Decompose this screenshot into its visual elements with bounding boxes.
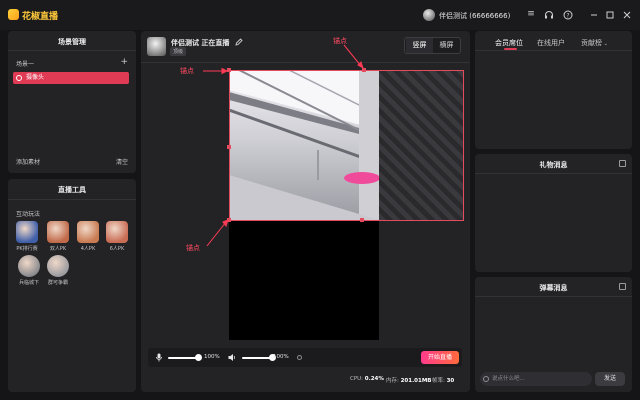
scene-item-label: 摄像头 [26, 74, 45, 81]
cpu-stat: CPU: 0.24% [350, 376, 384, 382]
scene-panel: 场景管理 场景一 + 添加素材 清空 [8, 31, 136, 173]
memory-stat: 内存: 201.01MB [386, 378, 432, 384]
tool-thumbnail [16, 221, 38, 243]
scene-item-camera[interactable]: 摄像头 [13, 72, 129, 84]
tools-panel-title: 直播工具 [58, 186, 86, 194]
speaker-volume-slider[interactable] [242, 357, 272, 359]
divider [475, 173, 632, 174]
menu-icon[interactable]: ≡ [525, 8, 537, 21]
tool-label: 兵临城下 [18, 280, 39, 286]
minimize-icon[interactable] [588, 8, 600, 21]
speaker-volume-value: 100% [273, 354, 289, 360]
active-tab-indicator [504, 48, 517, 50]
scene-panel-title: 场景管理 [58, 38, 86, 46]
tool-thumbnail [18, 255, 40, 277]
help-icon[interactable]: ? [562, 8, 574, 21]
divider [475, 296, 632, 297]
scene-group-label: 场景一 [16, 61, 35, 68]
anchor-handle[interactable] [227, 145, 231, 149]
tool-item[interactable]: 兵临城下 [18, 255, 40, 286]
microphone-icon[interactable] [156, 353, 162, 362]
gift-panel-title: 礼物消息 [539, 161, 568, 169]
tool-thumbnail [47, 221, 69, 243]
chevron-down-icon: ⌄ [602, 41, 608, 47]
anchor-annotation: 锚点 [180, 67, 194, 75]
tab-contribution[interactable]: 贡献榜 ⌄ [581, 38, 608, 48]
settings-dot-icon[interactable] [297, 355, 302, 360]
tool-item[interactable]: 群可争霸 [47, 255, 69, 286]
tools-section-label: 互动玩法 [16, 211, 41, 218]
tool-thumbnail [77, 221, 99, 243]
divider [475, 50, 632, 51]
mic-volume-knob[interactable] [195, 354, 202, 361]
tab-member-seats[interactable]: 会员席位 [495, 38, 523, 48]
danmaku-panel-title: 弹幕消息 [539, 284, 568, 292]
tool-label: 6人PK [109, 246, 125, 252]
emoji-icon[interactable] [483, 376, 489, 382]
user-name[interactable]: 伴侣测试 (66666666) [439, 11, 510, 21]
chat-input[interactable]: 说点什么吧... [480, 372, 592, 386]
landscape-tab[interactable]: 横屏 [433, 38, 460, 53]
divider [8, 199, 136, 200]
add-scene-button[interactable]: + [120, 57, 128, 67]
clear-button[interactable]: 清空 [116, 157, 128, 166]
tab-online-users[interactable]: 在线用户 [537, 38, 565, 48]
divider [141, 62, 470, 63]
svg-text:?: ? [566, 12, 569, 19]
scene-group-row[interactable]: 场景一 + [16, 57, 128, 68]
maximize-icon[interactable] [604, 8, 616, 21]
start-live-button[interactable]: 开始直播 [421, 351, 459, 364]
level-badge: 顶级 [170, 47, 187, 56]
send-button[interactable]: 发送 [595, 372, 625, 386]
popout-icon[interactable] [619, 283, 626, 290]
user-avatar[interactable] [423, 9, 435, 21]
fps-stat: 帧率: 30 [432, 378, 455, 384]
tool-thumbnail [106, 221, 128, 243]
edit-icon[interactable] [235, 38, 243, 46]
anchor-handle[interactable] [360, 218, 364, 222]
members-panel [475, 31, 632, 149]
app-logo-icon [8, 9, 19, 20]
tool-item[interactable]: 4人PK [77, 221, 99, 252]
anchor-annotation: 锚点 [333, 37, 347, 45]
mic-volume-value: 100% [204, 354, 220, 360]
divider [8, 50, 136, 51]
mic-volume-slider[interactable] [168, 357, 198, 359]
tool-label: 群可争霸 [47, 280, 68, 286]
portrait-tab[interactable]: 竖屏 [406, 38, 433, 53]
anchor-handle[interactable] [227, 218, 231, 222]
tool-label: 4人PK [80, 246, 96, 252]
layout-toggle: 竖屏 横屏 [404, 37, 461, 54]
gift-panel: 礼物消息 [475, 154, 632, 272]
close-icon[interactable] [621, 8, 633, 21]
anchor-annotation: 锚点 [186, 244, 200, 252]
tool-thumbnail [47, 255, 69, 277]
tool-item[interactable]: 6人PK [106, 221, 128, 252]
audio-control-bar: 100% 100% [148, 348, 462, 367]
add-material-button[interactable]: 添加素材 [16, 159, 40, 166]
tool-label: 双人PK [49, 246, 67, 252]
camera-icon [16, 75, 22, 81]
scene-footer: 添加素材 清空 [16, 157, 128, 166]
app-title: 花椒直播 [22, 12, 59, 22]
anchor-handle[interactable] [227, 68, 231, 72]
stream-avatar [147, 37, 166, 56]
speaker-icon[interactable] [228, 353, 236, 362]
tool-label: PK排行赛 [16, 246, 38, 252]
popout-icon[interactable] [619, 160, 626, 167]
tool-item[interactable]: PK排行赛 [16, 221, 38, 252]
tool-item[interactable]: 双人PK [47, 221, 69, 252]
anchor-handle[interactable] [362, 68, 366, 72]
title-bar: 花椒直播 伴侣测试 (66666666) ≡ ? [0, 0, 640, 30]
selection-box[interactable] [229, 70, 464, 221]
headset-icon[interactable] [543, 8, 555, 21]
